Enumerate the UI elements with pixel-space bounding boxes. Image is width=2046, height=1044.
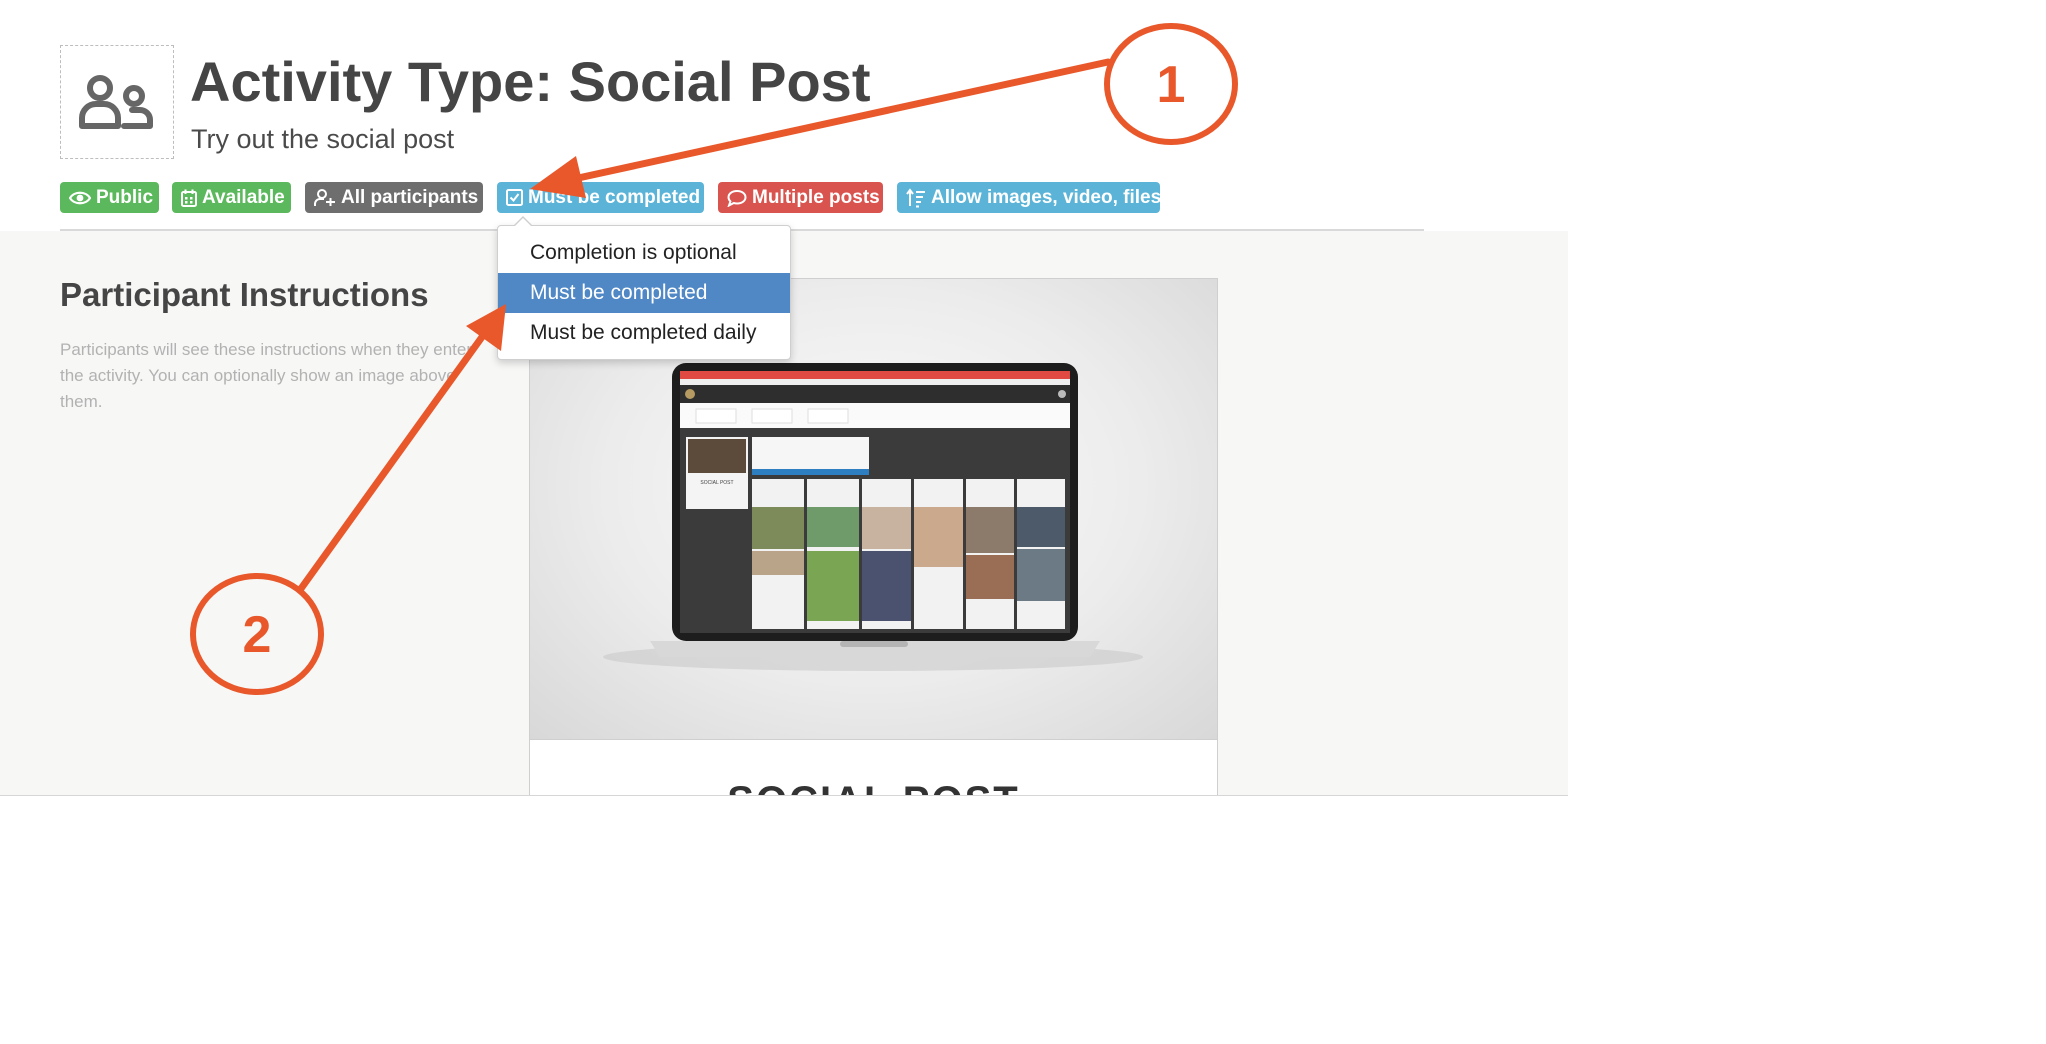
completion-dropdown-menu: Completion is optional Must be completed… (497, 216, 791, 360)
eye-icon (69, 191, 91, 204)
laptop-screen-label: SOCIAL POST (700, 480, 733, 486)
calendar-icon (181, 189, 197, 207)
user-group-icon (314, 188, 335, 206)
bottom-border (0, 795, 1568, 801)
posts-badge-label: Multiple posts (752, 186, 880, 208)
availability-badge[interactable]: Available (172, 182, 291, 213)
participants-badge-label: All participants (341, 186, 479, 208)
speech-bubble-icon (727, 189, 747, 207)
dropdown-option-required[interactable]: Must be completed (498, 273, 790, 313)
media-badge[interactable]: Allow images, video, files (897, 182, 1162, 213)
page-header: Activity Type: Social Post Try out the s… (0, 0, 1568, 230)
page-title: Activity Type: Social Post (190, 50, 871, 113)
checkbox-icon (506, 189, 523, 206)
availability-badge-label: Available (202, 186, 285, 208)
dropdown-option-daily[interactable]: Must be completed daily (498, 313, 790, 353)
completion-badge-label: Must be completed (528, 186, 701, 208)
instructions-title: Participant Instructions (60, 276, 429, 313)
activity-icon-box[interactable] (60, 45, 174, 159)
page-subtitle: Try out the social post (191, 124, 455, 154)
instructions-text: Participants will see these instructions… (60, 340, 472, 411)
visibility-badge-label: Public (96, 186, 154, 208)
users-icon (79, 75, 153, 129)
participants-badge[interactable]: All participants (305, 182, 483, 213)
posts-badge[interactable]: Multiple posts (718, 182, 883, 213)
dropdown-option-optional[interactable]: Completion is optional (498, 233, 790, 273)
media-badge-label: Allow images, video, files (931, 186, 1162, 208)
completion-badge[interactable]: Must be completed (497, 182, 704, 213)
visibility-badge[interactable]: Public (60, 182, 159, 213)
sort-list-icon (906, 187, 925, 207)
